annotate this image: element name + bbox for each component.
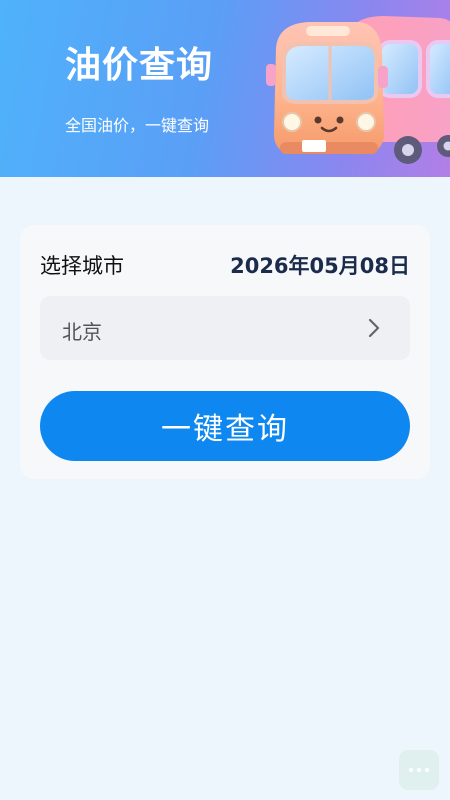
selected-city: 北京 xyxy=(62,320,102,344)
more-button[interactable] xyxy=(399,750,439,790)
city-selector[interactable]: 北京 xyxy=(40,296,410,360)
more-dots-icon xyxy=(409,768,429,772)
page-title: 油价查询 xyxy=(65,45,214,86)
query-button[interactable]: 一键查询 xyxy=(40,391,410,461)
query-card: 选择城市 2026年05月08日 北京 一键查询 xyxy=(20,225,430,479)
query-date[interactable]: 2026年05月08日 xyxy=(230,250,410,280)
city-label: 选择城市 xyxy=(40,254,124,278)
chevron-right-icon xyxy=(368,318,380,338)
oil-price-page: 油价查询 全国油价，一键查询 选择城市 2026年05月08日 北京 一键查询 xyxy=(0,0,450,800)
header-banner: 油价查询 全国油价，一键查询 xyxy=(0,0,450,177)
bus-illustration xyxy=(266,16,450,164)
page-subtitle: 全国油价，一键查询 xyxy=(65,116,210,135)
